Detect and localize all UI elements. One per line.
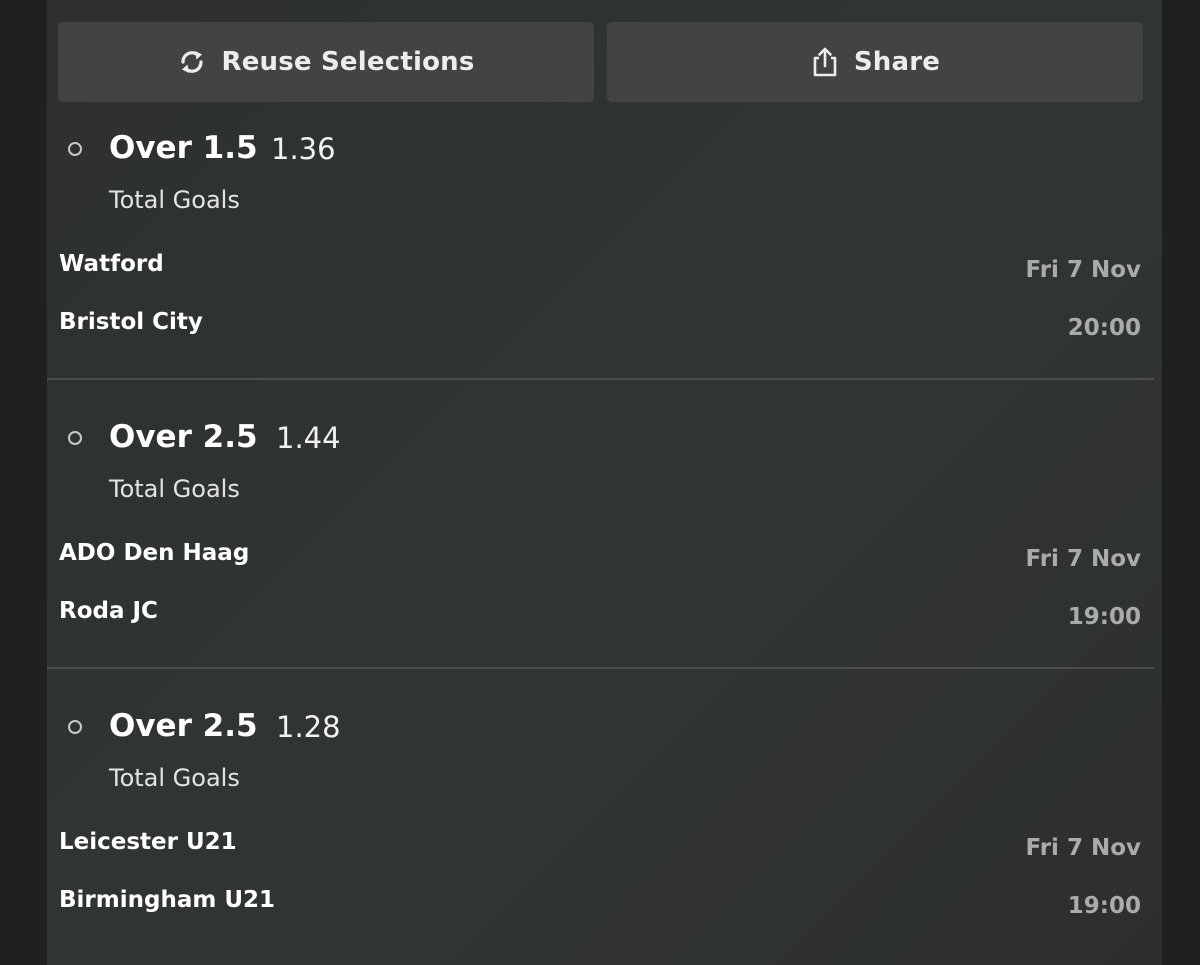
market-type: Total Goals bbox=[109, 186, 240, 214]
away-team: Bristol City bbox=[59, 309, 203, 335]
market-selection: Over 2.5 bbox=[109, 419, 258, 455]
refresh-icon bbox=[177, 47, 207, 77]
divider bbox=[47, 378, 1154, 380]
kickoff-date: Fri 7 Nov bbox=[1025, 546, 1141, 572]
away-team: Roda JC bbox=[59, 598, 158, 624]
radio-circle-icon[interactable] bbox=[68, 431, 82, 445]
action-buttons: Reuse Selections Share bbox=[58, 22, 1143, 103]
odds-value: 1.36 bbox=[271, 132, 336, 166]
market-type: Total Goals bbox=[109, 475, 240, 503]
share-icon bbox=[810, 47, 840, 77]
odds-value: 1.44 bbox=[276, 421, 341, 455]
home-team: Leicester U21 bbox=[59, 829, 237, 855]
share-button[interactable]: Share bbox=[607, 22, 1143, 102]
kickoff-time: 20:00 bbox=[1067, 315, 1141, 341]
reuse-selections-label: Reuse Selections bbox=[221, 47, 475, 77]
radio-circle-icon[interactable] bbox=[68, 142, 82, 156]
market-type: Total Goals bbox=[109, 764, 240, 792]
kickoff-date: Fri 7 Nov bbox=[1025, 257, 1141, 283]
kickoff-time: 19:00 bbox=[1067, 893, 1141, 919]
radio-circle-icon[interactable] bbox=[68, 720, 82, 734]
bet-details-panel: Reuse Selections Share Over 1.5 1.36 Tot… bbox=[47, 0, 1162, 965]
home-team: ADO Den Haag bbox=[59, 540, 250, 566]
market-selection: Over 2.5 bbox=[109, 708, 258, 744]
share-label: Share bbox=[853, 47, 941, 77]
home-team: Watford bbox=[59, 251, 164, 277]
reuse-selections-button[interactable]: Reuse Selections bbox=[58, 22, 594, 102]
bet-receipt-screen: Reuse Selections Share Over 1.5 1.36 Tot… bbox=[0, 0, 1200, 965]
divider bbox=[47, 667, 1154, 669]
market-selection: Over 1.5 bbox=[109, 130, 258, 166]
away-team: Birmingham U21 bbox=[59, 887, 275, 913]
kickoff-date: Fri 7 Nov bbox=[1025, 835, 1141, 861]
kickoff-time: 19:00 bbox=[1067, 604, 1141, 630]
odds-value: 1.28 bbox=[276, 710, 341, 744]
